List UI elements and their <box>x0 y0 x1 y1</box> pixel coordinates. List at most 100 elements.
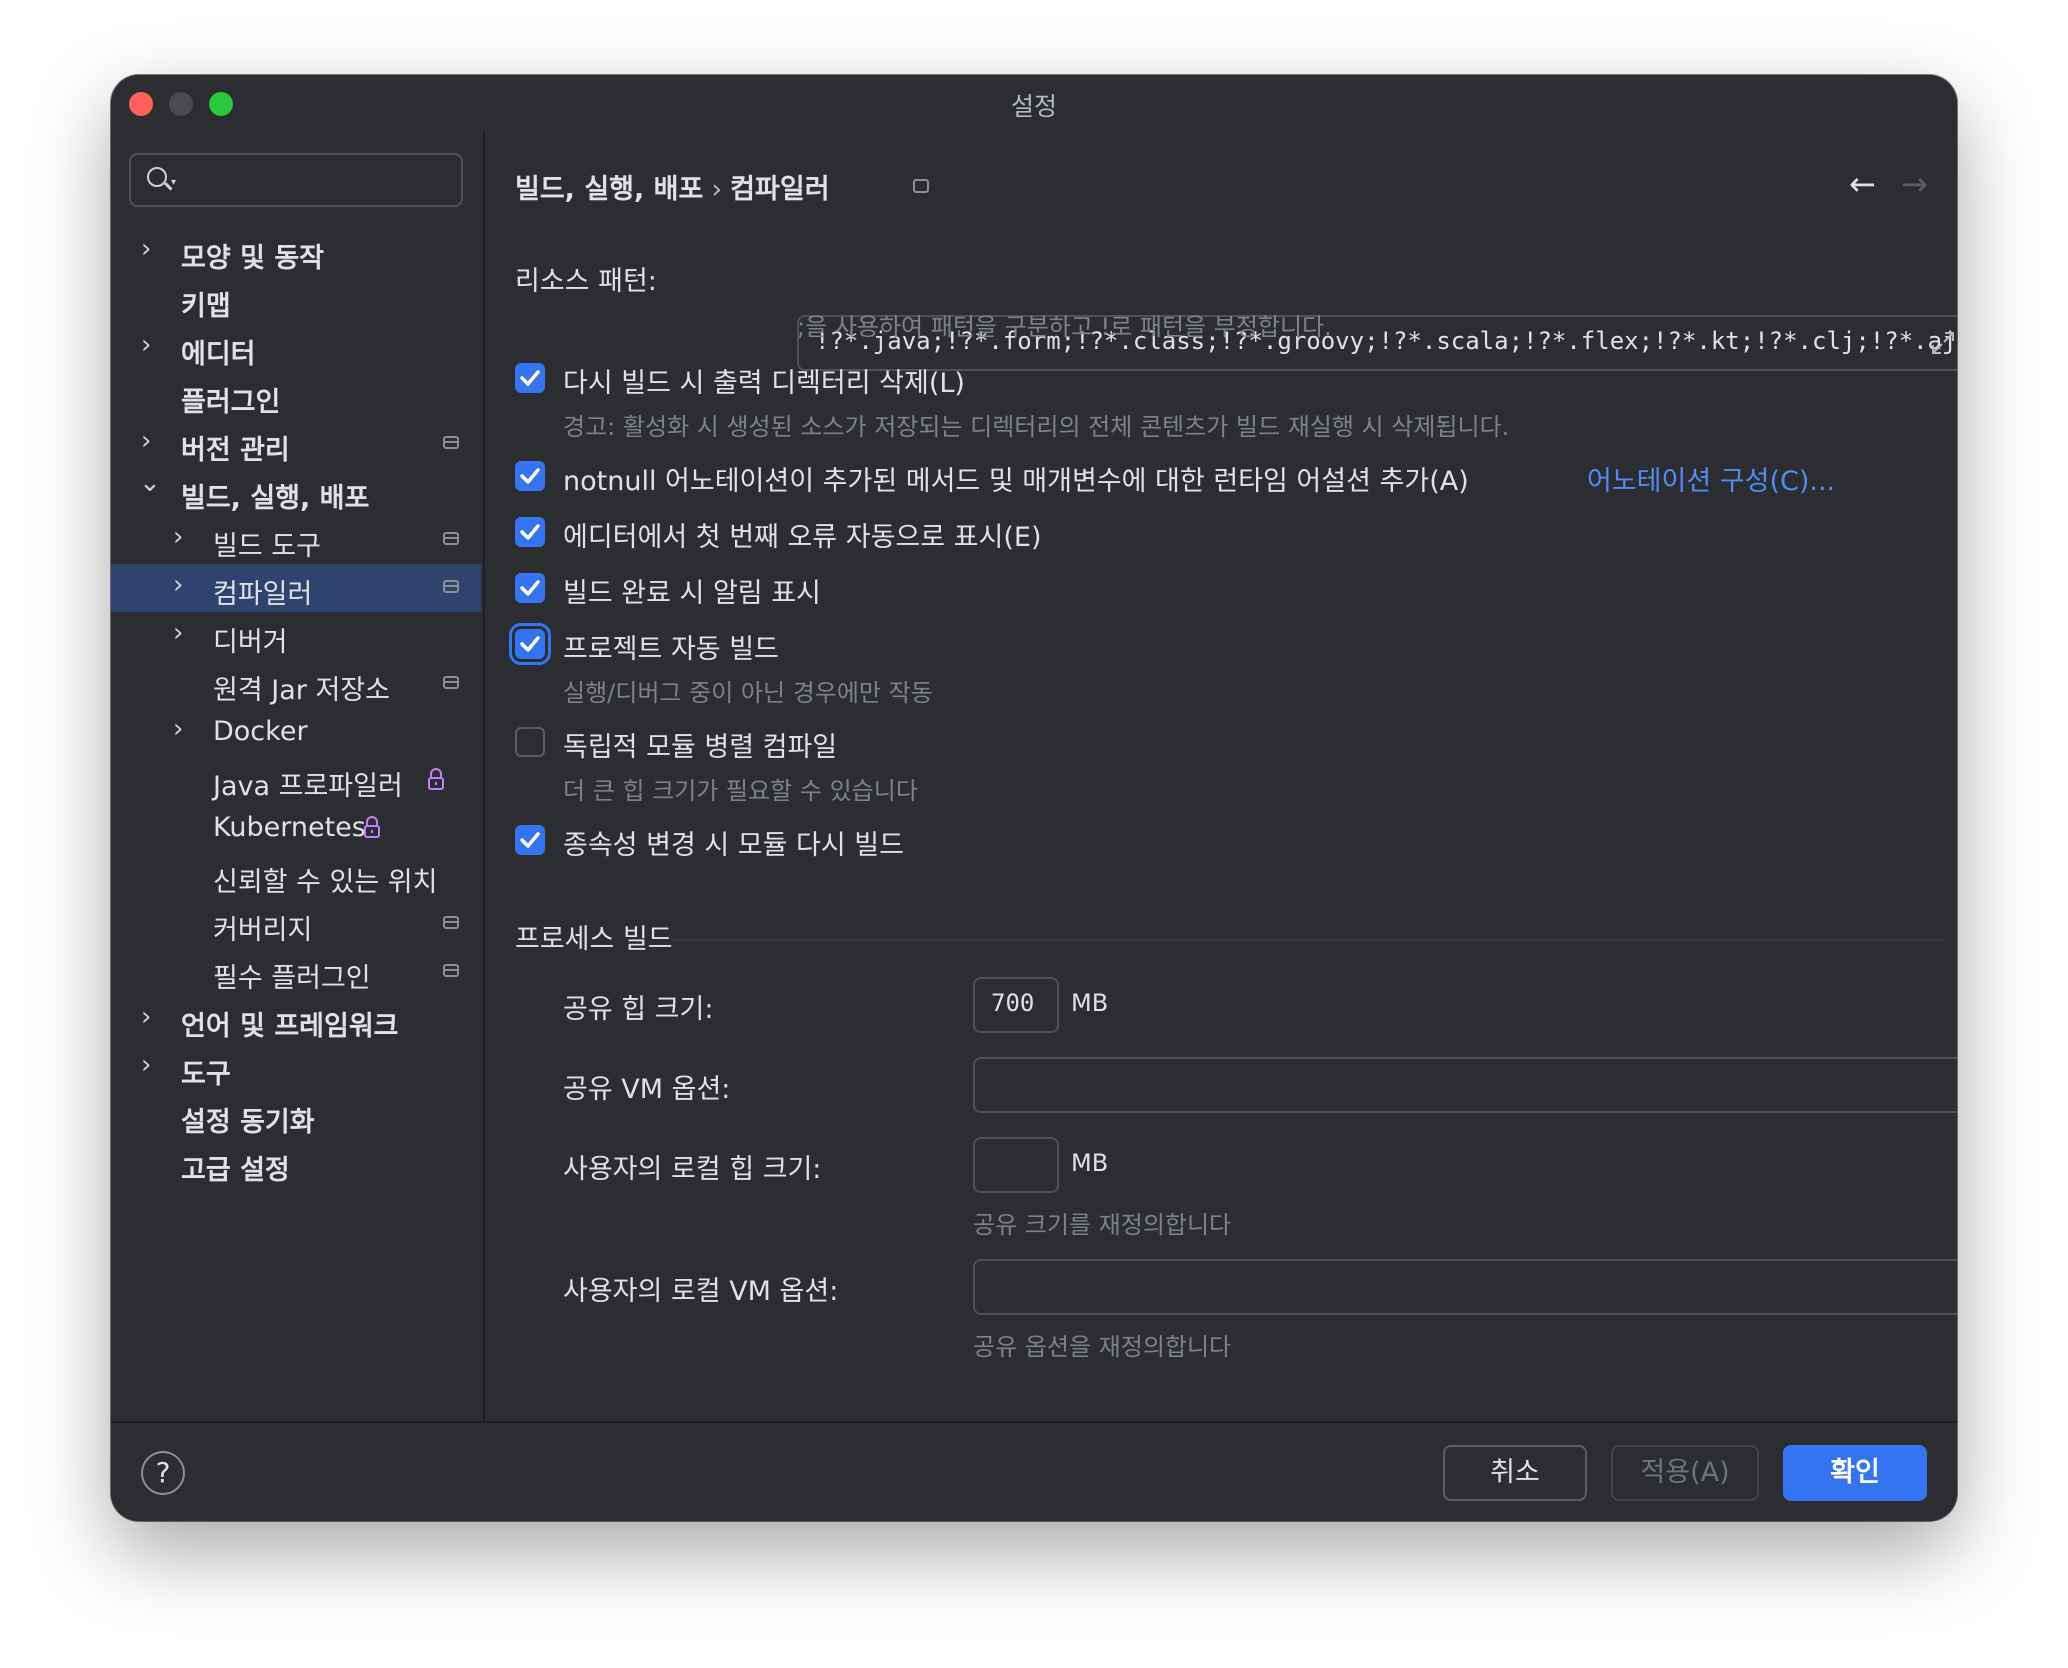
sidebar-item-label: 언어 및 프레임워크 <box>181 1011 399 1042</box>
sidebar-item-label: 고급 설정 <box>181 1155 290 1186</box>
chevron-right-icon[interactable]: › <box>173 522 183 552</box>
shared-vm-options-input[interactable] <box>973 1057 1957 1113</box>
sidebar-item-label: 신뢰할 수 있는 위치 <box>213 867 438 898</box>
checkmark-icon <box>520 370 540 386</box>
dialog-footer: ? 취소 적용(A) 확인 <box>111 1421 1957 1521</box>
sidebar-item-appearance[interactable]: › 모양 및 동작 <box>111 228 481 276</box>
search-icon <box>147 167 167 187</box>
compiler-settings-panel: 빌드, 실행, 배포 › 컴파일러 ← → 리소스 패턴: !?*.java;!?*… <box>485 131 1957 1421</box>
project-level-icon <box>443 676 459 689</box>
sidebar-item-label: Docker <box>213 716 308 747</box>
breadcrumb-parent[interactable]: 빌드, 실행, 배포 <box>515 174 703 205</box>
clear-output-checkbox[interactable] <box>515 363 545 393</box>
user-heap-unit: MB <box>1071 1149 1109 1177</box>
sidebar-item-required-plugins[interactable]: 필수 플러그인 <box>111 948 481 996</box>
sidebar-item-trusted-locations[interactable]: 신뢰할 수 있는 위치 <box>111 852 481 900</box>
sidebar-item-label: 빌드, 실행, 배포 <box>181 483 370 514</box>
sidebar-item-tools[interactable]: › 도구 <box>111 1044 481 1092</box>
show-first-error-label[interactable]: 에디터에서 첫 번째 오류 자동으로 표시(E) <box>563 515 1041 554</box>
sidebar-item-label: 원격 Jar 저장소 <box>213 675 390 706</box>
checkmark-icon <box>520 832 540 848</box>
auto-build-checkbox[interactable] <box>515 629 545 659</box>
notnull-assertions-label[interactable]: notnull 어노테이션이 추가된 메서드 및 매개변수에 대한 런타임 어설… <box>563 459 1469 498</box>
sidebar-item-remote-jar-repositories[interactable]: 원격 Jar 저장소 <box>111 660 481 708</box>
chevron-down-icon[interactable]: ⌄ <box>139 468 161 498</box>
chevron-right-icon[interactable]: › <box>141 330 151 360</box>
shared-heap-unit: MB <box>1071 989 1109 1017</box>
sidebar-item-languages-frameworks[interactable]: › 언어 및 프레임워크 <box>111 996 481 1044</box>
apply-button[interactable]: 적용(A) <box>1611 1445 1759 1501</box>
rebuild-on-dependency-label[interactable]: 종속성 변경 시 모듈 다시 빌드 <box>563 823 904 862</box>
shared-heap-input[interactable]: 700 <box>973 977 1059 1033</box>
auto-build-label[interactable]: 프로젝트 자동 빌드 <box>563 627 779 666</box>
cancel-button[interactable]: 취소 <box>1443 1445 1587 1501</box>
breadcrumb-current: 컴파일러 <box>730 174 830 205</box>
sidebar-item-label: 커버리지 <box>213 915 313 946</box>
sidebar-item-version-control[interactable]: › 버전 관리 <box>111 420 481 468</box>
user-heap-input[interactable] <box>973 1137 1059 1193</box>
clear-output-hint: 경고: 활성화 시 생성된 소스가 저장되는 디렉터리의 전체 콘텐츠가 빌드 … <box>563 413 1510 441</box>
help-button[interactable]: ? <box>141 1451 185 1495</box>
configure-annotations-link[interactable]: 어노테이션 구성(C)... <box>1587 459 1835 498</box>
user-heap-hint: 공유 크기를 재정의합니다 <box>973 1211 1232 1239</box>
sidebar-item-editor[interactable]: › 에디터 <box>111 324 481 372</box>
sidebar-item-label: Kubernetes <box>213 812 366 843</box>
parallel-compile-checkbox[interactable] <box>515 727 545 757</box>
ok-button[interactable]: 확인 <box>1783 1445 1927 1501</box>
sidebar-item-kubernetes[interactable]: Kubernetes <box>111 804 481 852</box>
user-heap-label: 사용자의 로컬 힙 크기: <box>563 1154 822 1185</box>
sidebar-item-label: 키맵 <box>181 291 231 322</box>
sidebar-item-label: 설정 동기화 <box>181 1107 315 1138</box>
expand-icon[interactable] <box>1929 329 1957 357</box>
sidebar-item-label: 필수 플러그인 <box>213 963 371 994</box>
chevron-right-icon[interactable]: › <box>141 1050 151 1080</box>
chevron-right-icon[interactable]: › <box>141 1002 151 1032</box>
sidebar-item-label: 빌드 도구 <box>213 531 321 562</box>
project-level-icon <box>443 580 459 593</box>
checkmark-icon <box>520 636 540 652</box>
window-title: 설정 <box>1010 92 1057 121</box>
sidebar-item-settings-sync[interactable]: 설정 동기화 <box>111 1092 481 1140</box>
sidebar-item-label: 모양 및 동작 <box>181 243 324 274</box>
sidebar-item-label: 버전 관리 <box>181 435 290 466</box>
sidebar-item-advanced-settings[interactable]: 고급 설정 <box>111 1140 481 1188</box>
sidebar-item-plugins[interactable]: 플러그인 <box>111 372 481 420</box>
chevron-right-icon[interactable]: › <box>173 714 183 744</box>
lock-icon <box>364 816 380 838</box>
user-vm-options-input[interactable] <box>973 1259 1957 1315</box>
project-level-icon <box>443 964 459 977</box>
notify-build-finish-label[interactable]: 빌드 완료 시 알림 표시 <box>563 571 821 610</box>
sidebar-item-java-profiler[interactable]: Java 프로파일러 <box>111 756 481 804</box>
chevron-right-icon[interactable]: › <box>141 426 151 456</box>
chevron-right-icon[interactable]: › <box>173 618 183 648</box>
chevron-right-icon[interactable]: › <box>173 570 183 600</box>
parallel-compile-label[interactable]: 독립적 모듈 병렬 컴파일 <box>563 725 837 764</box>
sidebar-item-keymap[interactable]: 키맵 <box>111 276 481 324</box>
sidebar-item-label: 디버거 <box>213 627 288 658</box>
sidebar-item-build-execution-deployment[interactable]: ⌄ 빌드, 실행, 배포 <box>111 468 481 516</box>
project-level-icon <box>443 916 459 929</box>
chevron-down-icon: ▾ <box>171 177 177 188</box>
arrow-left-icon[interactable]: ← <box>1849 165 1876 203</box>
sidebar-item-label: 컴파일러 <box>213 579 313 610</box>
settings-search-input[interactable]: ▾ <box>129 153 463 207</box>
user-vm-options-hint: 공유 옵션을 재정의합니다 <box>973 1333 1232 1361</box>
show-first-error-checkbox[interactable] <box>515 517 545 547</box>
notify-build-finish-checkbox[interactable] <box>515 573 545 603</box>
settings-sidebar: ▾ › 모양 및 동작 키맵 › 에디터 플러그인 › 버전 관리 ⌄ 빌드, … <box>111 131 485 1421</box>
sidebar-item-label: 에디터 <box>181 339 256 370</box>
sidebar-item-compiler[interactable]: › 컴파일러 <box>111 564 481 612</box>
rebuild-on-dependency-checkbox[interactable] <box>515 825 545 855</box>
arrow-right-icon[interactable]: → <box>1901 165 1928 203</box>
auto-build-hint: 실행/디버그 중이 아닌 경우에만 작동 <box>563 679 933 707</box>
chevron-right-icon[interactable]: › <box>141 234 151 264</box>
notnull-assertions-checkbox[interactable] <box>515 461 545 491</box>
sidebar-item-build-tools[interactable]: › 빌드 도구 <box>111 516 481 564</box>
project-level-icon <box>913 179 929 193</box>
sidebar-item-label: Java 프로파일러 <box>213 771 403 802</box>
sidebar-item-docker[interactable]: › Docker <box>111 708 481 756</box>
lock-icon <box>428 768 444 790</box>
sidebar-item-coverage[interactable]: 커버리지 <box>111 900 481 948</box>
sidebar-item-debugger[interactable]: › 디버거 <box>111 612 481 660</box>
clear-output-label[interactable]: 다시 빌드 시 출력 디렉터리 삭제(L) <box>563 361 965 400</box>
